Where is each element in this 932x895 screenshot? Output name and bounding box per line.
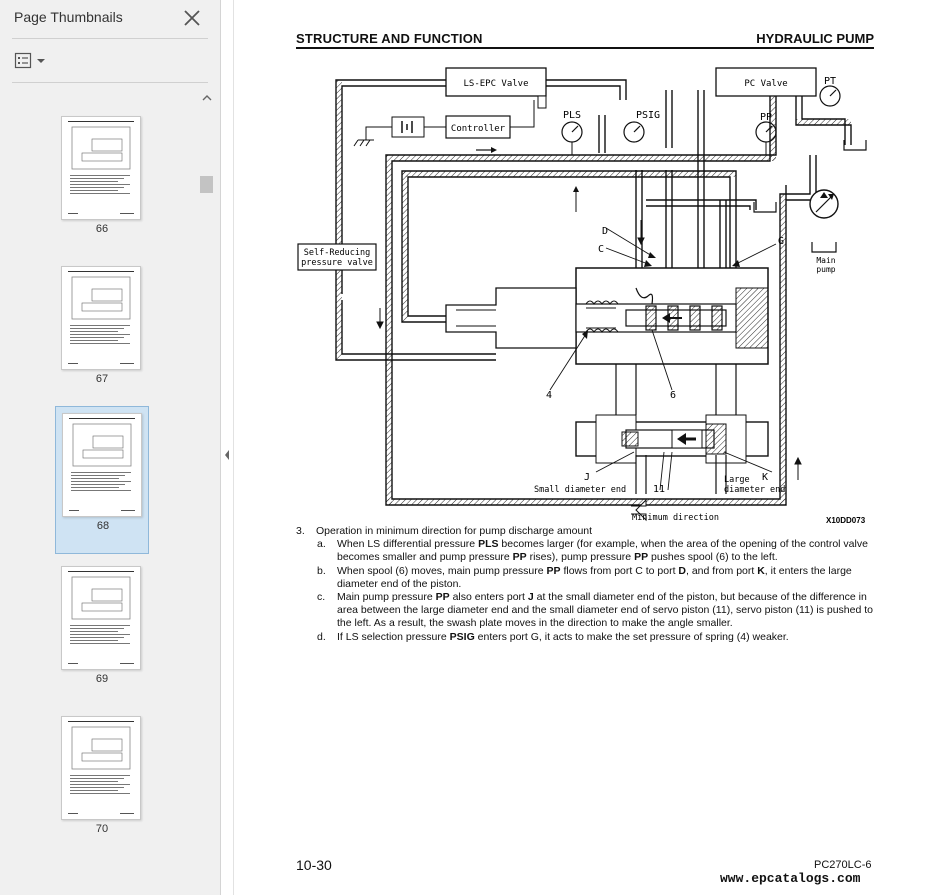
- panel-title: Page Thumbnails: [14, 9, 123, 25]
- thumbnail-page-number: 69: [95, 673, 109, 685]
- figure-id: X10DD073: [826, 516, 866, 525]
- main-pump-label-1: Main: [816, 256, 835, 265]
- pls-label: PLS: [563, 110, 581, 121]
- scroll-up-icon[interactable]: [199, 90, 215, 106]
- bold-term: PLS: [478, 538, 499, 551]
- large-end-label-1: Large: [724, 475, 750, 485]
- page-number: 10-30: [296, 857, 332, 873]
- subitem-list: a. When LS differential pressure PLS beco…: [296, 538, 876, 644]
- thumbnail-list: 66 67 68 69 70: [0, 90, 200, 895]
- bold-term: K: [757, 564, 765, 577]
- watermark-text: www.epcatalogs.com: [720, 871, 861, 886]
- gauge-pls: [561, 121, 583, 143]
- collapse-panel-icon[interactable]: [222, 440, 232, 470]
- text-run: flows from port C to port: [560, 564, 679, 577]
- pp-label: PP: [760, 112, 772, 123]
- bold-term: PP: [435, 591, 450, 604]
- thumbnail-page-67[interactable]: 67: [55, 260, 149, 408]
- label-j: J: [584, 472, 590, 483]
- label-g: G: [778, 236, 784, 247]
- subitem: c. Main pump pressure PP also enters port…: [296, 591, 876, 631]
- thumbnail-page-number: 70: [95, 823, 109, 835]
- bold-term: PP: [634, 551, 649, 564]
- item-title: Operation in minimum direction for pump …: [316, 525, 593, 537]
- thumbnail-image: [61, 566, 141, 670]
- topic-header: HYDRAULIC PUMP: [756, 31, 874, 46]
- bold-term: PSIG: [449, 630, 475, 643]
- subitem-mark: a.: [317, 538, 326, 551]
- divider: [12, 82, 208, 83]
- thumbnail-page-69[interactable]: 69: [55, 560, 149, 708]
- operation-item: 3. Operation in minimum direction for pu…: [296, 525, 876, 538]
- panel-header: Page Thumbnails: [0, 0, 221, 38]
- bold-term: PP: [512, 551, 527, 564]
- gauge-psig: [623, 121, 645, 143]
- bold-term: D: [678, 564, 686, 577]
- text-run: rises), pump pressure: [526, 551, 635, 564]
- thumbnail-page-70[interactable]: 70: [55, 710, 149, 858]
- gauge-pt: [819, 85, 841, 107]
- thumbnail-image: [61, 716, 141, 820]
- label-d: D: [602, 226, 608, 237]
- label-k: K: [762, 472, 768, 483]
- thumbnail-preview: [68, 721, 134, 814]
- section-header: STRUCTURE AND FUNCTION: [296, 31, 483, 46]
- self-reducing-label-1: Self-Reducing: [304, 248, 371, 258]
- scrollbar-thumb[interactable]: [200, 176, 213, 193]
- label-c: C: [598, 244, 604, 255]
- text-run: If LS selection pressure: [337, 630, 450, 643]
- body-text: 3. Operation in minimum direction for pu…: [296, 525, 876, 644]
- item-number: 3.: [296, 525, 305, 537]
- text-run: pushes spool (6) to the left.: [648, 551, 778, 564]
- label-11: 11: [653, 484, 665, 495]
- text-run: enters port G, it acts to make the set p…: [474, 630, 789, 643]
- self-reducing-label-2: pressure valve: [301, 258, 373, 268]
- label-6: 6: [670, 390, 676, 401]
- thumbnail-preview: [68, 121, 134, 214]
- thumbnail-options-icon[interactable]: [14, 50, 48, 72]
- header-rule: [296, 47, 874, 49]
- subitem: b. When spool (6) moves, main pump pressu…: [296, 565, 876, 591]
- large-end-label-2: diameter end: [724, 485, 785, 495]
- hydraulic-circuit-diagram: LS-EPC Valve PC Valve Controller PLS PSI…: [297, 67, 867, 525]
- thumbnail-scrollbar[interactable]: [199, 90, 215, 895]
- text-run: Main pump pressure: [337, 591, 436, 604]
- text-run: , and from port: [686, 564, 758, 577]
- close-icon[interactable]: [180, 6, 204, 30]
- thumbnails-panel: Page Thumbnails 66 67 68 69 70: [0, 0, 221, 895]
- thumbnail-page-number: 67: [95, 373, 109, 385]
- thumbnail-image: [61, 116, 141, 220]
- subitem-mark: d.: [317, 630, 326, 643]
- psig-label: PSIG: [636, 110, 660, 121]
- min-direction-label: Minimum direction: [632, 513, 719, 523]
- thumbnail-preview: [68, 271, 134, 364]
- pt-label: PT: [824, 76, 836, 87]
- pc-valve-label: PC Valve: [744, 79, 787, 89]
- subitem: a. When LS differential pressure PLS beco…: [296, 538, 876, 564]
- subitem-mark: b.: [317, 564, 326, 577]
- document-page: STRUCTURE AND FUNCTION HYDRAULIC PUMP LS…: [234, 0, 932, 895]
- bold-term: PP: [546, 564, 561, 577]
- text-run: When LS differential pressure: [337, 538, 479, 551]
- thumbnail-page-number: 66: [95, 223, 109, 235]
- thumbnail-page-68[interactable]: 68: [55, 406, 149, 554]
- thumbnail-page-66[interactable]: 66: [55, 110, 149, 258]
- divider: [12, 38, 208, 39]
- small-end-label: Small diameter end: [534, 485, 626, 495]
- thumbnail-image: [61, 266, 141, 370]
- ls-epc-label: LS-EPC Valve: [463, 79, 528, 89]
- pdf-viewer: Page Thumbnails 66 67 68 69 70 STRUCTURE A: [0, 0, 932, 895]
- controller-label: Controller: [451, 124, 506, 134]
- text-run: also enters port: [449, 591, 528, 604]
- thumbnail-preview: [68, 571, 134, 664]
- label-4: 4: [546, 390, 552, 401]
- thumbnail-page-number: 68: [96, 520, 110, 532]
- main-pump-label-2: pump: [816, 265, 835, 274]
- model-number: PC270LC-6: [814, 859, 872, 871]
- thumbnail-preview: [69, 418, 135, 511]
- text-run: When spool (6) moves, main pump pressure: [337, 564, 547, 577]
- thumbnail-image: [62, 413, 142, 517]
- subitem: d. If LS selection pressure PSIG enters p…: [296, 631, 876, 644]
- subitem-mark: c.: [317, 591, 326, 604]
